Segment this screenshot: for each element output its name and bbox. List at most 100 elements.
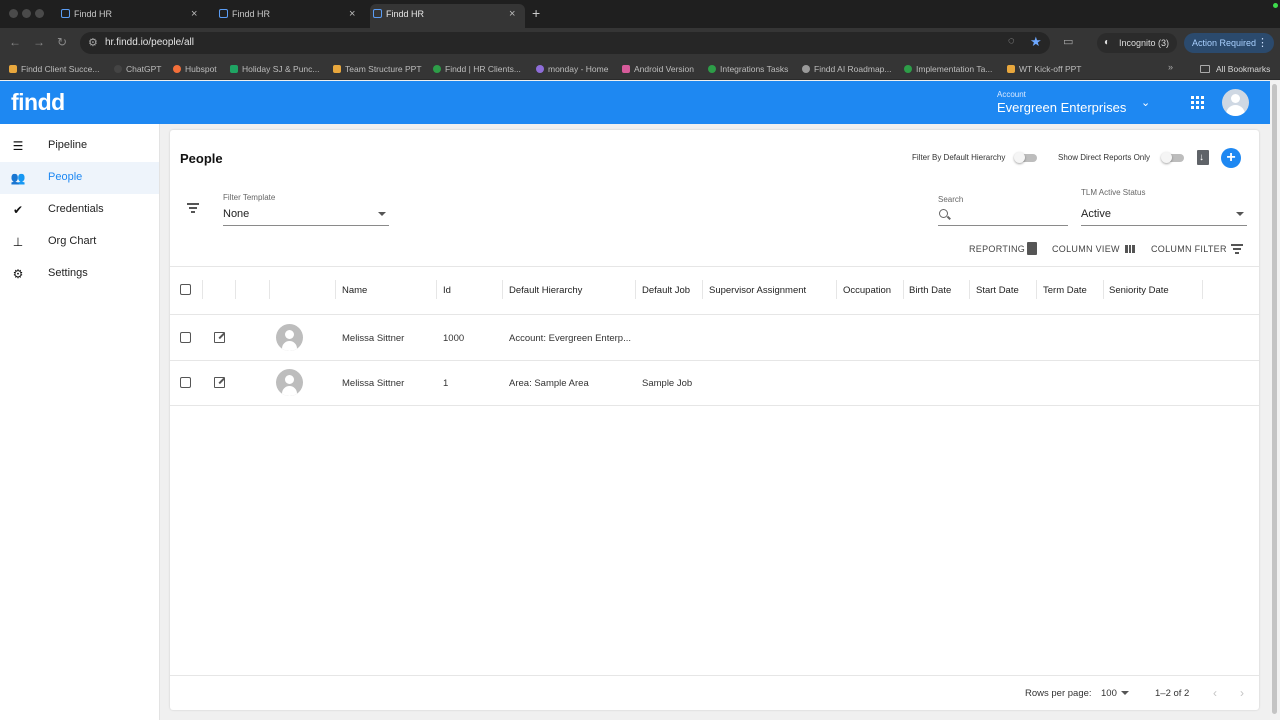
monday-icon [536,65,544,73]
row-checkbox[interactable] [180,377,191,388]
cast-icon[interactable]: ▭ [1063,35,1073,48]
add-person-button[interactable]: + [1221,148,1241,168]
column-header-start-date[interactable]: Start Date [976,285,1019,296]
column-header-seniority-date[interactable]: Seniority Date [1109,285,1169,296]
column-view-button[interactable]: COLUMN VIEW [1052,244,1120,254]
forward-icon[interactable]: → [33,35,45,49]
folder-icon [9,65,17,73]
user-avatar[interactable] [1222,89,1249,116]
column-filter-button[interactable]: COLUMN FILTER [1151,244,1227,254]
column-header-name[interactable]: Name [342,285,367,296]
back-icon[interactable]: ← [9,35,21,49]
cell-name[interactable]: Melissa Sittner [342,333,404,344]
sidebar-item-credentials[interactable]: ✔ Credentials [0,194,159,226]
drive-icon [708,65,716,73]
dropdown-caret-icon[interactable] [378,212,386,216]
bookmark-item[interactable]: Implementation Ta... [904,62,992,76]
avatar [276,369,303,396]
all-bookmarks-button[interactable]: All Bookmarks [1200,62,1270,76]
column-header-supervisor-assignment[interactable]: Supervisor Assignment [709,285,806,296]
org-chart-icon: ⊥ [12,235,24,249]
window-close-dot[interactable] [9,9,18,18]
filter-list-icon[interactable] [1231,244,1243,256]
action-required-button[interactable]: Action Required ⋮ [1184,33,1275,53]
avatar [276,324,303,351]
select-all-checkbox[interactable] [180,284,191,295]
sidebar-item-settings[interactable]: ⚙ Settings [0,258,159,290]
column-header-occupation[interactable]: Occupation [843,285,891,296]
new-tab-button[interactable]: + [532,5,540,21]
tlm-status-value[interactable]: Active [1081,208,1111,220]
address-bar[interactable]: ⚙ hr.findd.io/people/all ◌ ★ [80,32,1050,54]
sidebar-item-label: Pipeline [48,139,88,151]
account-label: Account [997,90,1026,99]
filter-default-hierarchy-label: Filter By Default Hierarchy [912,153,1006,162]
chevron-right-icon[interactable]: › [1240,686,1244,700]
bookmark-item[interactable]: monday - Home [536,62,608,76]
bookmark-label: Findd Client Succe... [21,64,100,74]
bookmark-item[interactable]: ChatGPT [114,62,161,76]
show-direct-reports-label: Show Direct Reports Only [1058,153,1151,162]
chevron-left-icon[interactable]: ‹ [1213,686,1217,700]
download-icon[interactable] [1197,150,1209,165]
browser-tab-1[interactable]: Findd HR × [58,4,206,28]
open-in-new-icon[interactable] [214,332,225,343]
findd-logo[interactable]: findd [11,89,65,116]
column-header-birth-date[interactable]: Birth Date [909,285,951,296]
bookmark-star-icon[interactable]: ★ [1030,34,1042,50]
incognito-badge[interactable]: ◐ Incognito (3) [1097,33,1178,53]
tab-close-icon[interactable]: × [349,4,355,24]
dropdown-caret-icon[interactable] [1236,212,1244,216]
chevron-down-icon[interactable]: ⌄ [1141,96,1150,109]
bookmark-item[interactable]: Team Structure PPT [333,62,422,76]
show-direct-reports-toggle[interactable] [1161,152,1185,163]
page-scrollbar[interactable] [1270,81,1280,720]
window-minimize-dot[interactable] [22,9,31,18]
sidebar-item-pipeline[interactable]: ☰ Pipeline [0,130,159,162]
findd-favicon-icon [373,9,382,18]
cell-name[interactable]: Melissa Sittner [342,378,404,389]
browser-tab-2[interactable]: Findd HR × [216,4,364,28]
filter-template-value[interactable]: None [223,208,249,220]
tracking-protection-icon[interactable]: ◌ [1008,35,1015,47]
row-checkbox[interactable] [180,332,191,343]
sidebar-item-org-chart[interactable]: ⊥ Org Chart [0,226,159,258]
bookmark-item[interactable]: Integrations Tasks [708,62,788,76]
account-name[interactable]: Evergreen Enterprises [997,100,1126,115]
window-zoom-dot[interactable] [35,9,44,18]
bookmark-item[interactable]: Findd Client Succe... [9,62,99,76]
scrollbar-thumb[interactable] [1272,84,1277,714]
dropdown-caret-icon[interactable] [1121,691,1129,695]
filter-default-hierarchy-toggle[interactable] [1014,152,1038,163]
bookmark-item[interactable]: WT Kick-off PPT [1007,62,1082,76]
bookmark-item[interactable]: Findd | HR Clients... [433,62,521,76]
sidebar-item-people[interactable]: 👥 People [0,162,159,194]
column-header-term-date[interactable]: Term Date [1043,285,1087,296]
reporting-button[interactable]: REPORTING [969,244,1025,254]
people-card: People Filter By Default Hierarchy Show … [170,130,1259,710]
document-icon[interactable] [1027,242,1037,255]
column-header-default-hierarchy[interactable]: Default Hierarchy [509,285,582,296]
open-in-new-icon[interactable] [214,377,225,388]
more-vert-icon[interactable]: ⋮ [1257,33,1268,53]
url-text[interactable]: hr.findd.io/people/all [105,37,194,48]
bookmark-item[interactable]: Findd AI Roadmap... [802,62,892,76]
sidebar-item-label: Settings [48,267,88,279]
column-header-id[interactable]: Id [443,285,451,296]
folder-icon [1200,65,1210,73]
more-bookmarks-icon[interactable]: » [1168,62,1173,72]
rows-per-page-value[interactable]: 100 [1101,688,1117,699]
pagination-range: 1–2 of 2 [1155,688,1190,699]
tab-close-icon[interactable]: × [191,4,197,24]
filter-list-icon[interactable] [187,203,199,215]
column-view-icon[interactable] [1125,245,1136,253]
browser-tab-3-active[interactable]: Findd HR × [370,4,525,28]
reload-icon[interactable]: ↻ [57,35,67,49]
bookmark-item[interactable]: Android Version [622,62,694,76]
tab-close-icon[interactable]: × [509,4,515,24]
apps-grid-icon[interactable] [1191,96,1204,109]
bookmark-item[interactable]: Hubspot [173,62,217,76]
bookmark-item[interactable]: Holiday SJ & Punc... [230,62,319,76]
site-settings-icon[interactable]: ⚙ [88,36,98,49]
column-header-default-job[interactable]: Default Job [642,285,690,296]
